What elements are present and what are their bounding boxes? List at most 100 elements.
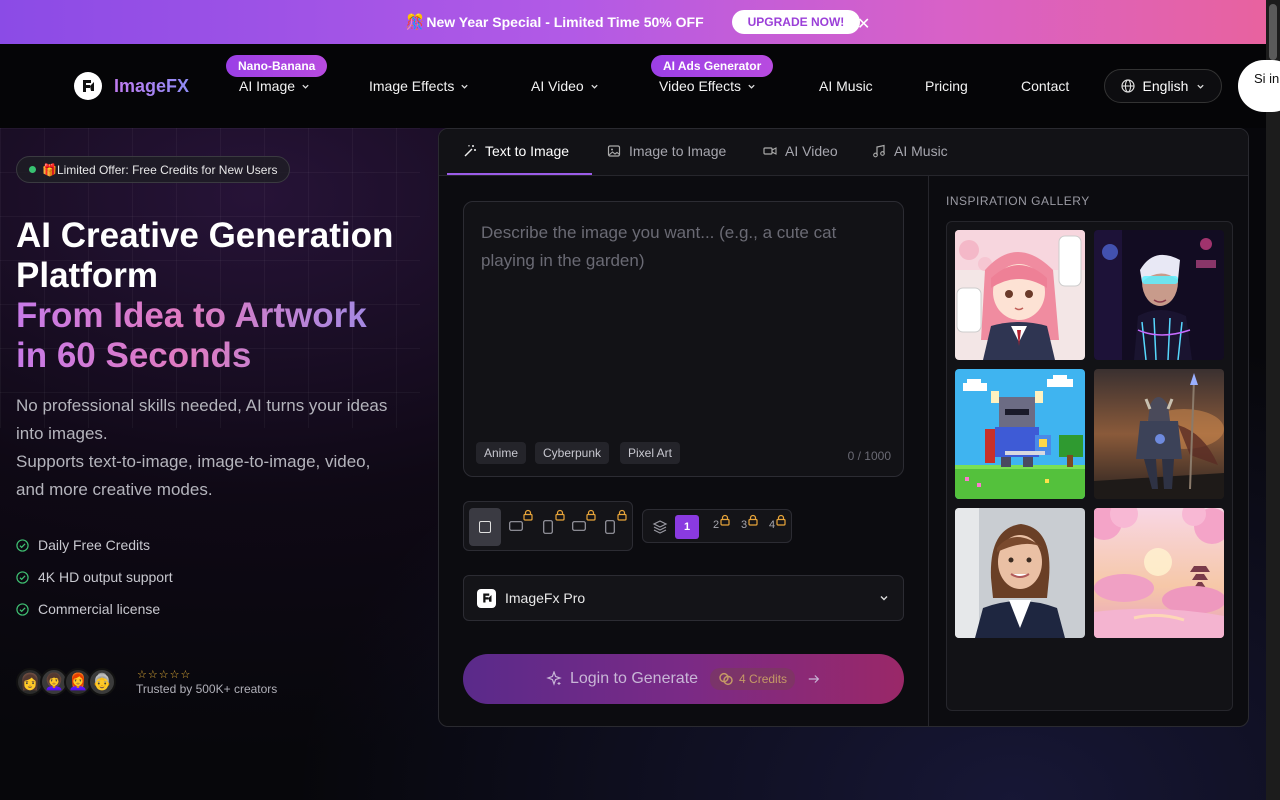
nav-image-effects-label: Image Effects xyxy=(369,78,455,94)
nav-pricing[interactable]: Pricing xyxy=(925,78,968,94)
prompt-textarea[interactable]: Describe the image you want... (e.g., a … xyxy=(463,201,904,477)
feature-label: Commercial license xyxy=(38,601,161,617)
chevron-down-icon xyxy=(461,84,468,89)
nav-ai-music-label: AI Music xyxy=(819,78,873,94)
page-scrollbar[interactable] xyxy=(1266,0,1280,800)
rating-stars-icon: ☆☆☆☆☆ xyxy=(137,669,192,681)
close-icon[interactable]: ✕ xyxy=(857,14,870,34)
hero-description: No professional skills needed, AI turns … xyxy=(16,392,396,504)
credits-badge: 4 Credits xyxy=(710,668,796,690)
gallery-image-cyberpunk[interactable] xyxy=(1094,230,1224,360)
ratio-square-button[interactable] xyxy=(469,508,501,546)
image-icon xyxy=(607,145,621,157)
model-name: ImageFx Pro xyxy=(505,590,586,606)
nav-ai-image[interactable]: AI Image xyxy=(239,78,310,94)
ratio-portrait-icon[interactable] xyxy=(543,520,553,534)
feature-label: 4K HD output support xyxy=(38,569,173,585)
brand-logo[interactable]: ImageFX xyxy=(74,72,189,100)
layers-icon xyxy=(652,520,668,534)
video-camera-icon xyxy=(763,147,777,155)
tab-ai-video[interactable]: AI Video xyxy=(763,143,838,159)
upgrade-now-button[interactable]: UPGRADE NOW! xyxy=(731,10,861,34)
feature-label: Daily Free Credits xyxy=(38,537,151,553)
gallery-image-pixel-art[interactable] xyxy=(955,369,1085,499)
gallery-image-anime[interactable] xyxy=(955,230,1085,360)
arrow-right-icon xyxy=(808,675,820,683)
gallery-image-warrior[interactable] xyxy=(1094,369,1224,499)
status-dot-icon xyxy=(29,166,36,173)
scrollbar-thumb[interactable] xyxy=(1269,4,1277,60)
char-counter: 0 / 1000 xyxy=(847,449,891,463)
hero-title: AI Creative Generation Platform xyxy=(16,216,436,296)
nav-ai-video-label: AI Video xyxy=(531,78,584,94)
inspiration-gallery xyxy=(946,221,1233,711)
chevron-down-icon xyxy=(302,84,309,89)
ratio-tall-icon[interactable] xyxy=(605,520,615,534)
gallery-image-landscape[interactable] xyxy=(1094,508,1224,638)
check-circle-icon xyxy=(16,570,29,584)
gallery-image-portrait[interactable] xyxy=(955,508,1085,638)
tab-label: AI Video xyxy=(785,143,838,159)
hero-desc-line-1: No professional skills needed, AI turns … xyxy=(16,396,388,443)
chevron-down-icon xyxy=(591,84,598,89)
count-option-1[interactable]: 1 xyxy=(675,515,699,539)
sign-in-button[interactable]: Si in xyxy=(1238,60,1280,112)
trusted-text: Trusted by 500K+ creators xyxy=(136,682,278,696)
sparkle-icon xyxy=(546,671,562,686)
hero-title-line-2: Platform xyxy=(16,256,158,295)
aspect-ratio-selector xyxy=(463,501,633,551)
nav-contact[interactable]: Contact xyxy=(1021,78,1069,94)
tab-ai-music[interactable]: AI Music xyxy=(872,143,948,159)
avatar: 👵 xyxy=(88,668,116,696)
ratio-wide-icon[interactable] xyxy=(572,521,586,531)
credits-text: 4 Credits xyxy=(739,672,788,686)
nav-video-effects[interactable]: Video Effects xyxy=(659,78,756,94)
tab-label: Text to Image xyxy=(485,143,570,159)
offer-badge: 🎁Limited Offer: Free Credits for New Use… xyxy=(16,156,291,183)
panel-divider xyxy=(928,176,929,726)
promo-text: 🎊 New Year Special - Limited Time 50% OF… xyxy=(406,13,704,31)
mode-tabs: Text to Image Image to Image AI Video AI… xyxy=(439,129,1248,176)
lock-icon xyxy=(523,509,533,521)
language-selector[interactable]: English xyxy=(1104,69,1222,103)
nano-banana-badge: Nano-Banana xyxy=(226,55,328,77)
ratio-landscape-icon[interactable] xyxy=(509,521,523,531)
lock-icon xyxy=(720,514,730,526)
promo-message: New Year Special - Limited Time 50% OFF xyxy=(426,14,704,30)
coins-icon xyxy=(719,672,733,686)
offer-text: 🎁Limited Offer: Free Credits for New Use… xyxy=(42,162,278,177)
lock-icon xyxy=(748,514,758,526)
nav-ai-video[interactable]: AI Video xyxy=(531,78,599,94)
model-select[interactable]: ImageFx Pro xyxy=(463,575,904,621)
tab-text-to-image[interactable]: Text to Image xyxy=(463,143,569,159)
nav-image-effects[interactable]: Image Effects xyxy=(369,78,469,94)
lock-icon xyxy=(555,509,565,521)
brand-name: ImageFX xyxy=(114,75,190,96)
nav-ai-image-label: AI Image xyxy=(239,78,296,94)
hero-gradient-title: From Idea to Artwork in 60 Seconds xyxy=(16,296,436,376)
music-note-icon xyxy=(873,144,885,158)
feature-4k-output: 4K HD output support xyxy=(16,569,173,585)
chevron-down-icon xyxy=(748,84,755,89)
logo-icon xyxy=(74,72,102,100)
nav-ai-music[interactable]: AI Music xyxy=(819,78,873,94)
style-chip-cyberpunk[interactable]: Cyberpunk xyxy=(535,442,610,464)
tab-image-to-image[interactable]: Image to Image xyxy=(607,143,726,159)
lock-icon xyxy=(617,509,627,521)
feature-daily-credits: Daily Free Credits xyxy=(16,537,150,553)
generator-panel: Text to Image Image to Image AI Video AI… xyxy=(438,128,1249,727)
generate-label: Login to Generate xyxy=(569,670,699,687)
tab-label: AI Music xyxy=(894,143,948,159)
style-chip-pixel-art[interactable]: Pixel Art xyxy=(620,442,681,464)
top-nav: ImageFX Nano-Banana AI Image Image Effec… xyxy=(0,44,1280,128)
prompt-placeholder: Describe the image you want... (e.g., a … xyxy=(481,223,837,270)
login-to-generate-button[interactable]: Login to Generate 4 Credits xyxy=(463,654,904,704)
check-circle-icon xyxy=(16,538,29,552)
style-chip-anime[interactable]: Anime xyxy=(476,442,527,464)
chevron-down-icon xyxy=(1197,84,1205,89)
active-tab-indicator xyxy=(447,173,592,175)
nav-video-effects-label: Video Effects xyxy=(659,78,741,94)
ai-ads-generator-badge: AI Ads Generator xyxy=(651,55,774,77)
chevron-down-icon xyxy=(880,596,888,601)
hero-desc-line-2: Supports text-to-image, image-to-image, … xyxy=(16,452,371,499)
